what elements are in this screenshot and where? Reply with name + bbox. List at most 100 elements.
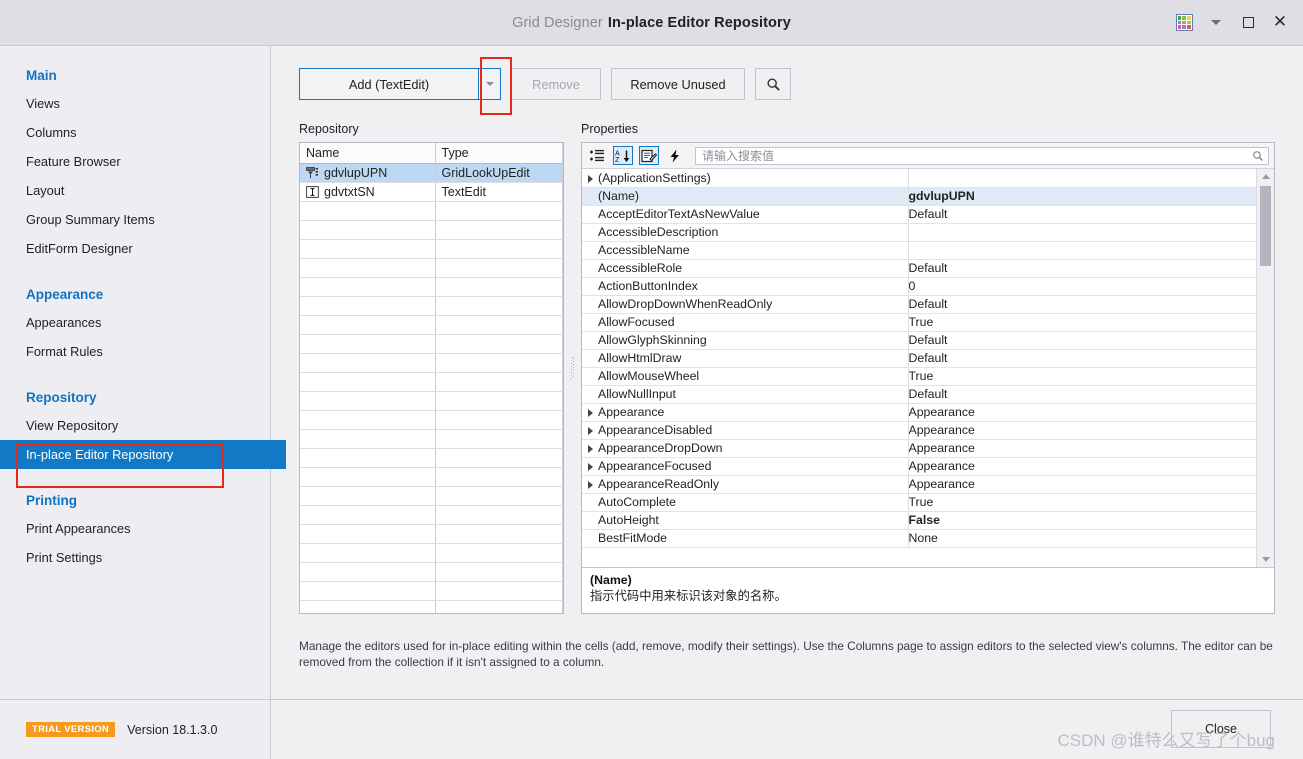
search-button[interactable] (755, 68, 791, 100)
repository-empty-cell[interactable] (435, 392, 563, 411)
repository-empty-cell[interactable] (435, 335, 563, 354)
table-row-empty[interactable] (300, 563, 563, 582)
table-row-empty[interactable] (300, 411, 563, 430)
scrollbar-thumb[interactable] (1260, 186, 1271, 266)
repository-empty-cell[interactable] (300, 430, 435, 449)
sidebar-item-editform-designer[interactable]: EditForm Designer (0, 234, 270, 263)
property-name[interactable]: Appearance (598, 403, 908, 421)
property-value[interactable]: Appearance (908, 421, 1256, 439)
property-row[interactable]: AppearanceAppearance (582, 403, 1256, 421)
sidebar-item-feature-browser[interactable]: Feature Browser (0, 147, 270, 176)
property-row[interactable]: AllowHtmlDrawDefault (582, 349, 1256, 367)
repository-empty-cell[interactable] (300, 316, 435, 335)
table-row-empty[interactable] (300, 316, 563, 335)
sidebar-item-views[interactable]: Views (0, 89, 270, 118)
property-name[interactable]: AccessibleName (598, 241, 908, 259)
add-editor-dropdown-button[interactable] (479, 68, 501, 100)
property-row[interactable]: AccessibleDescription (582, 223, 1256, 241)
close-button[interactable]: ✕ (1265, 8, 1295, 38)
properties-scrollbar[interactable] (1256, 169, 1274, 567)
sidebar-item-group-summary-items[interactable]: Group Summary Items (0, 205, 270, 234)
repository-empty-cell[interactable] (300, 411, 435, 430)
property-row[interactable]: AppearanceDropDownAppearance (582, 439, 1256, 457)
sidebar-item-print-appearances[interactable]: Print Appearances (0, 514, 270, 543)
repository-empty-cell[interactable] (435, 430, 563, 449)
property-value[interactable]: True (908, 313, 1256, 331)
repository-empty-cell[interactable] (300, 240, 435, 259)
property-value[interactable] (908, 169, 1256, 187)
property-row[interactable]: (ApplicationSettings) (582, 169, 1256, 187)
sidebar-item-columns[interactable]: Columns (0, 118, 270, 147)
repository-empty-cell[interactable] (300, 525, 435, 544)
property-row[interactable]: AcceptEditorTextAsNewValueDefault (582, 205, 1256, 223)
sidebar-item-view-repository[interactable]: View Repository (0, 411, 270, 440)
property-name[interactable]: AcceptEditorTextAsNewValue (598, 205, 908, 223)
table-row-empty[interactable] (300, 525, 563, 544)
repository-empty-cell[interactable] (300, 506, 435, 525)
properties-page-button[interactable] (639, 146, 659, 165)
events-button[interactable] (665, 146, 685, 165)
property-row[interactable]: AllowMouseWheelTrue (582, 367, 1256, 385)
property-row[interactable]: (Name)gdvlupUPN (582, 187, 1256, 205)
property-row[interactable]: AccessibleName (582, 241, 1256, 259)
properties-search-box[interactable] (695, 147, 1269, 165)
property-value[interactable]: None (908, 529, 1256, 547)
repository-empty-cell[interactable] (435, 449, 563, 468)
property-value[interactable] (908, 223, 1256, 241)
property-value[interactable]: False (908, 511, 1256, 529)
property-value[interactable]: Default (908, 349, 1256, 367)
repository-empty-cell[interactable] (300, 563, 435, 582)
sidebar-item-appearances[interactable]: Appearances (0, 308, 270, 337)
table-row-empty[interactable] (300, 297, 563, 316)
property-value[interactable] (908, 241, 1256, 259)
repository-empty-cell[interactable] (435, 544, 563, 563)
property-row[interactable]: AutoHeightFalse (582, 511, 1256, 529)
property-name[interactable]: AppearanceReadOnly (598, 475, 908, 493)
repository-empty-cell[interactable] (300, 582, 435, 601)
repository-empty-cell[interactable] (300, 297, 435, 316)
properties-grid-body[interactable]: (ApplicationSettings)(Name)gdvlupUPNAcce… (582, 169, 1256, 567)
repository-empty-cell[interactable] (435, 487, 563, 506)
expand-toggle[interactable] (582, 457, 598, 475)
repository-empty-cell[interactable] (435, 202, 563, 221)
add-editor-button[interactable]: Add (TextEdit) (299, 68, 479, 100)
property-row[interactable]: AllowNullInputDefault (582, 385, 1256, 403)
table-row-empty[interactable] (300, 259, 563, 278)
repository-empty-cell[interactable] (300, 544, 435, 563)
property-name[interactable]: AutoHeight (598, 511, 908, 529)
property-row[interactable]: AppearanceFocusedAppearance (582, 457, 1256, 475)
table-row-empty[interactable] (300, 373, 563, 392)
table-row-empty[interactable] (300, 392, 563, 411)
property-name[interactable]: AllowHtmlDraw (598, 349, 908, 367)
property-value[interactable]: Default (908, 205, 1256, 223)
table-row-empty[interactable] (300, 468, 563, 487)
repository-row-type[interactable]: GridLookUpEdit (435, 164, 563, 183)
property-name[interactable]: AccessibleDescription (598, 223, 908, 241)
repository-empty-cell[interactable] (300, 335, 435, 354)
property-row[interactable]: AutoCompleteTrue (582, 493, 1256, 511)
expand-toggle[interactable] (582, 169, 598, 187)
property-value[interactable]: gdvlupUPN (908, 187, 1256, 205)
repository-empty-cell[interactable] (435, 278, 563, 297)
scroll-down-button[interactable] (1257, 552, 1274, 567)
property-name[interactable]: AllowMouseWheel (598, 367, 908, 385)
title-dropdown-button[interactable] (1201, 8, 1231, 38)
repository-empty-cell[interactable] (300, 449, 435, 468)
property-name[interactable]: AllowNullInput (598, 385, 908, 403)
property-value[interactable]: Appearance (908, 475, 1256, 493)
table-row-empty[interactable] (300, 449, 563, 468)
repository-empty-cell[interactable] (435, 525, 563, 544)
repository-empty-cell[interactable] (300, 373, 435, 392)
property-value[interactable]: True (908, 493, 1256, 511)
property-row[interactable]: AllowFocusedTrue (582, 313, 1256, 331)
repository-empty-cell[interactable] (300, 259, 435, 278)
property-value[interactable]: Default (908, 385, 1256, 403)
alphabetical-sort-button[interactable]: A Z (613, 146, 633, 165)
property-value[interactable]: Appearance (908, 457, 1256, 475)
repository-empty-cell[interactable] (300, 202, 435, 221)
property-row[interactable]: AppearanceReadOnlyAppearance (582, 475, 1256, 493)
property-row[interactable]: ActionButtonIndex0 (582, 277, 1256, 295)
table-row-empty[interactable] (300, 582, 563, 601)
repository-empty-cell[interactable] (435, 316, 563, 335)
property-name[interactable]: BestFitMode (598, 529, 908, 547)
